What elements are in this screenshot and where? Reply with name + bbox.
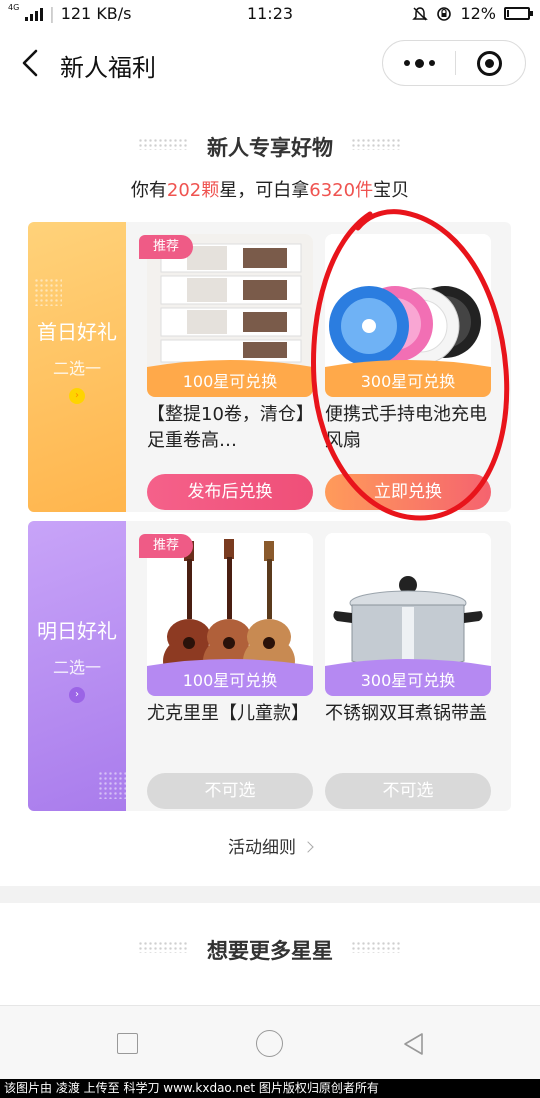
bell-muted-icon <box>412 6 429 21</box>
product-name: 【整提10卷，清仓】足重卷高… <box>147 404 305 451</box>
stars-summary-suffix: 宝贝 <box>373 180 410 201</box>
system-navigation-bar <box>0 1005 540 1079</box>
next-day-gift-label-panel: 明日好礼 二选一 › <box>28 521 126 811</box>
price-label: 100星可兑换 <box>182 372 278 391</box>
newcomer-goods-section: 新人专享好物 你有202颗星，可白拿6320件宝贝 首日好礼 二选一 › 100… <box>0 100 540 886</box>
recent-apps-icon[interactable] <box>117 1033 138 1054</box>
first-day-gift-label-panel: 首日好礼 二选一 › <box>28 222 126 512</box>
section-title: 新人专享好物 <box>207 136 333 160</box>
rotation-lock-icon <box>437 6 452 21</box>
row-label: 明日好礼 <box>37 619 117 643</box>
product-name: 便携式手持电池充电风扇 <box>325 404 487 451</box>
status-bar: 4G | 121 KB/s 11:23 12% <box>0 0 540 28</box>
title-decoration-right <box>351 941 401 953</box>
items-count: 6320件 <box>309 180 374 201</box>
price-label: 100星可兑换 <box>182 671 278 690</box>
price-label: 300星可兑换 <box>360 671 456 690</box>
activity-rules-link[interactable]: 活动细则 <box>0 833 540 858</box>
next-day-gift-row: 明日好礼 二选一 › 100星可兑换 推荐 尤克里里【儿童款】 不可选 300星… <box>28 521 511 811</box>
page-title: 新人福利 <box>60 54 156 82</box>
label-decoration <box>98 771 126 799</box>
battery-icon <box>504 7 533 20</box>
row-sublabel: 二选一 <box>52 658 101 677</box>
back-triangle-icon[interactable] <box>402 1032 426 1056</box>
redeem-now-button[interactable]: 立即兑换 <box>325 474 491 510</box>
product-name: 不锈钢双耳煮锅带盖 <box>325 703 487 724</box>
recommend-tag: 推荐 <box>139 235 193 259</box>
chevron-right-icon <box>302 841 314 853</box>
recommend-tag: 推荐 <box>139 534 193 558</box>
row-label: 首日好礼 <box>37 320 117 344</box>
price-label: 300星可兑换 <box>360 372 456 391</box>
miniprogram-capsule <box>382 40 526 86</box>
label-decoration <box>34 278 62 306</box>
stars-count: 202颗 <box>166 180 220 201</box>
stars-summary: 你有202颗星，可白拿6320件宝贝 <box>0 176 540 202</box>
back-arrow-icon[interactable] <box>16 46 46 80</box>
chevron-right-icon: › <box>69 388 85 404</box>
product-image: 300星可兑换 <box>325 533 491 696</box>
chevron-right-icon: › <box>69 687 85 703</box>
watermark-bar: 该图片由 凌渡 上传至 科学刀 www.kxdao.net 图片版权归原创者所有 <box>0 1079 540 1098</box>
capsule-divider <box>455 51 456 75</box>
first-day-gift-row: 首日好礼 二选一 › 100星可兑换 推荐 【整提10卷，清仓】足重卷高… 发布… <box>28 222 511 512</box>
unavailable-button: 不可选 <box>147 773 313 809</box>
row-sublabel: 二选一 <box>52 359 101 378</box>
title-decoration-right <box>351 138 401 150</box>
stars-summary-middle: 星，可白拿 <box>219 180 310 201</box>
home-icon[interactable] <box>256 1030 283 1057</box>
battery-percent: 12% <box>460 4 496 23</box>
unavailable-button: 不可选 <box>325 773 491 809</box>
nav-bar: 新人福利 <box>0 28 540 100</box>
activity-rules-label: 活动细则 <box>228 838 296 858</box>
product-name: 尤克里里【儿童款】 <box>147 703 309 724</box>
stars-summary-prefix: 你有 <box>130 180 167 201</box>
close-miniprogram-icon[interactable] <box>477 51 502 76</box>
more-options-icon[interactable] <box>383 41 455 85</box>
redeem-after-post-button[interactable]: 发布后兑换 <box>147 474 313 510</box>
more-stars-section: 想要更多星星 <box>0 903 540 1013</box>
product-image: 300星可兑换 <box>325 234 491 397</box>
section-title: 想要更多星星 <box>207 939 333 963</box>
